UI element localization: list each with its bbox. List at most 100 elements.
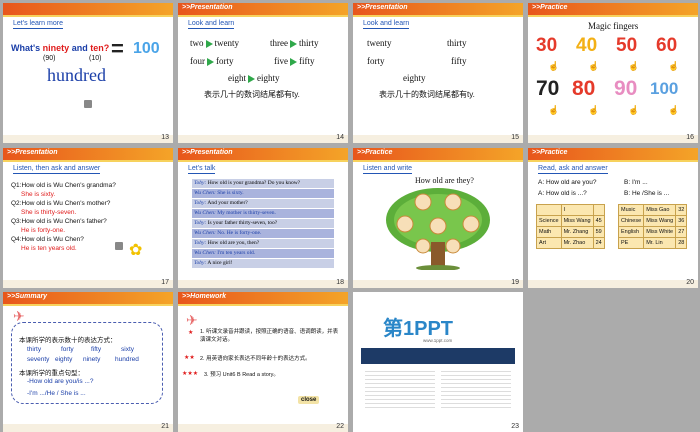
dialog-line: Toby: Is your father thirty-seven, too? — [192, 219, 334, 228]
slide-subtitle: Let's learn more — [13, 20, 63, 29]
slide-number: 18 — [336, 279, 344, 286]
teacher-table-1: I Science Miss Wang 45 Math Mr. Zhang 59 Art… — [536, 204, 605, 249]
hand-icon: ☝ — [548, 105, 560, 115]
slide-subtitle: Read, ask and answer — [538, 165, 608, 174]
num-eighty: eighty — [55, 356, 73, 363]
slide-21-thumbnail[interactable]: >>Summary ✈ 本课所学的表示数十的表达方式： thirty forty… — [3, 292, 173, 432]
header-label: >>Presentation — [357, 4, 408, 11]
question-2: Q2:How old is Wu Chen's mother? — [11, 200, 111, 207]
dialog-line: Toby: How old are you, then? — [192, 239, 334, 248]
rule-note: 表示几十的数词结尾都有ty. — [204, 90, 300, 99]
sentence-2: -I'm .../He / She is ... — [27, 390, 86, 397]
dialog-line: Wu Chen: My mother is thirty-seven. — [192, 209, 334, 218]
speaker-icon[interactable] — [84, 100, 92, 108]
slide-subtitle: Listen, then ask and answer — [13, 165, 101, 174]
star-icon: ★ — [188, 330, 194, 336]
label-10: (10) — [89, 55, 102, 62]
num-seventy: seventy — [27, 356, 50, 363]
slide-number: 14 — [336, 134, 344, 141]
homework-2: 2. 用英语向家长表达不同年龄十的表达方式。 — [200, 356, 311, 362]
equals-sign: = — [111, 36, 124, 61]
word-eighty: eighty — [403, 73, 426, 83]
num-thirty: thirty — [27, 346, 42, 353]
slide-22-thumbnail[interactable]: >>Homework ✈ ★ 1. 听课文录音并跟读，按照正确的语音、语调朗读，… — [178, 292, 348, 432]
pair-two: two twenty — [190, 38, 239, 48]
slide-subtitle: Look and learn — [188, 20, 235, 29]
header-label: >>Presentation — [182, 149, 233, 156]
slide-17-thumbnail[interactable]: >>Presentation Listen, then ask and answ… — [3, 148, 173, 288]
num-fifty: fifty — [91, 346, 102, 353]
star-icon: ★★ — [184, 355, 195, 361]
header-bar — [3, 3, 173, 15]
question-3: Q3:How old is Wu Chen's father? — [11, 218, 107, 225]
summary-line-1: 本课所学的表示数十的表达方式： — [19, 337, 117, 344]
slide-15-thumbnail[interactable]: >>Presentation Look and learn twenty thi… — [353, 3, 523, 143]
question-a1: A: How old are you? — [538, 179, 597, 186]
num-forty: forty — [61, 346, 74, 353]
answer-3: He is forty-one. — [21, 227, 66, 234]
slide-13-thumbnail[interactable]: Let's learn more What's ninety and ten? … — [3, 3, 173, 143]
pair-eight: eight eighty — [228, 73, 280, 83]
slide-19-thumbnail[interactable]: >>Practice Listen and write How old are … — [353, 148, 523, 288]
word-fifty: fifty — [451, 56, 467, 66]
dialog-line: Wu Chen: She is sixty. — [192, 189, 334, 198]
slide-number: 15 — [511, 134, 519, 141]
slide-number: 21 — [161, 423, 169, 430]
slide-number: 22 — [336, 423, 344, 430]
slide-number: 13 — [161, 134, 169, 141]
slide-title: Magic fingers — [588, 21, 639, 31]
answer-1: She is sixty. — [21, 191, 56, 198]
pair-three: three thirty — [270, 38, 319, 48]
number-70: 70 — [536, 77, 560, 100]
slide-20-thumbnail[interactable]: >>Practice Read, ask and answer A: How o… — [528, 148, 698, 288]
hand-icon: ☝ — [588, 61, 600, 71]
speaker-icon[interactable] — [115, 242, 123, 250]
slide-subtitle: Let's talk — [188, 165, 216, 174]
header-label: >>Practice — [532, 4, 568, 11]
question: What's ninety and ten? — [11, 43, 110, 53]
header-label: >>Practice — [357, 149, 393, 156]
teacher-table-2: Music Miss Gao 32 Chinese Miss Wang 36 Engli… — [617, 204, 688, 249]
hand-icon: ☝ — [668, 61, 680, 71]
slide-18-thumbnail[interactable]: >>Presentation Let's talk Toby: How old … — [178, 148, 348, 288]
slide-23-thumbnail[interactable]: 第1PPT www.1ppt.com 23 — [353, 292, 523, 432]
hand-icon: ☝ — [588, 105, 600, 115]
word-forty: forty — [367, 56, 385, 66]
number-40: 40 — [576, 35, 598, 56]
slide-subtitle: Look and learn — [363, 20, 410, 29]
sentence-1: -How old are you/is ...? — [27, 378, 94, 385]
header-label: >>Presentation — [7, 149, 58, 156]
num-sixty: sixty — [121, 346, 134, 353]
slide-number: 16 — [686, 134, 694, 141]
slide-16-thumbnail[interactable]: >>Practice Magic fingers 30 40 50 60 70 … — [528, 3, 698, 143]
question-4: Q4:How old is Wu Chen? — [11, 236, 84, 243]
number-60: 60 — [656, 35, 678, 56]
header-label: >>Homework — [182, 293, 226, 300]
hand-icon: ☝ — [548, 61, 560, 71]
ppt-logo: 第1PPT — [383, 318, 454, 340]
dialog-line: Wu Chen: I'm ten years old. — [192, 249, 334, 258]
flower-icon: ✿ — [129, 242, 143, 259]
slide-number: 20 — [686, 279, 694, 286]
close-button[interactable]: close — [298, 396, 320, 404]
question-a2: A: How old is ...? — [538, 190, 587, 197]
answer-2: She is thirty-seven. — [21, 209, 77, 216]
hand-icon: ☝ — [668, 105, 680, 115]
answer-b1: B: I'm ... — [624, 179, 648, 186]
summary-line-2: 本课所学的重点句型： — [19, 370, 84, 377]
slide-14-thumbnail[interactable]: >>Presentation Look and learn two twenty … — [178, 3, 348, 143]
dialog-line: Toby: How old is your grandma? Do you kn… — [192, 179, 334, 188]
number-100: 100 — [650, 79, 679, 98]
word-thirty: thirty — [447, 38, 467, 48]
header-label: >>Practice — [532, 149, 568, 156]
star-icon: ★★★ — [182, 371, 199, 377]
answer-4: He is ten years old. — [21, 245, 77, 252]
slide-number: 17 — [161, 279, 169, 286]
slide-subtitle: Listen and write — [363, 165, 413, 174]
hand-icon: ☝ — [628, 105, 640, 115]
promo-banner — [361, 348, 515, 364]
homework-3: 3. 预习 Unit6 B Read a story。 — [204, 372, 279, 378]
promo-text-block — [441, 368, 511, 408]
promo-text-block — [365, 368, 435, 408]
number-30: 30 — [536, 35, 558, 56]
